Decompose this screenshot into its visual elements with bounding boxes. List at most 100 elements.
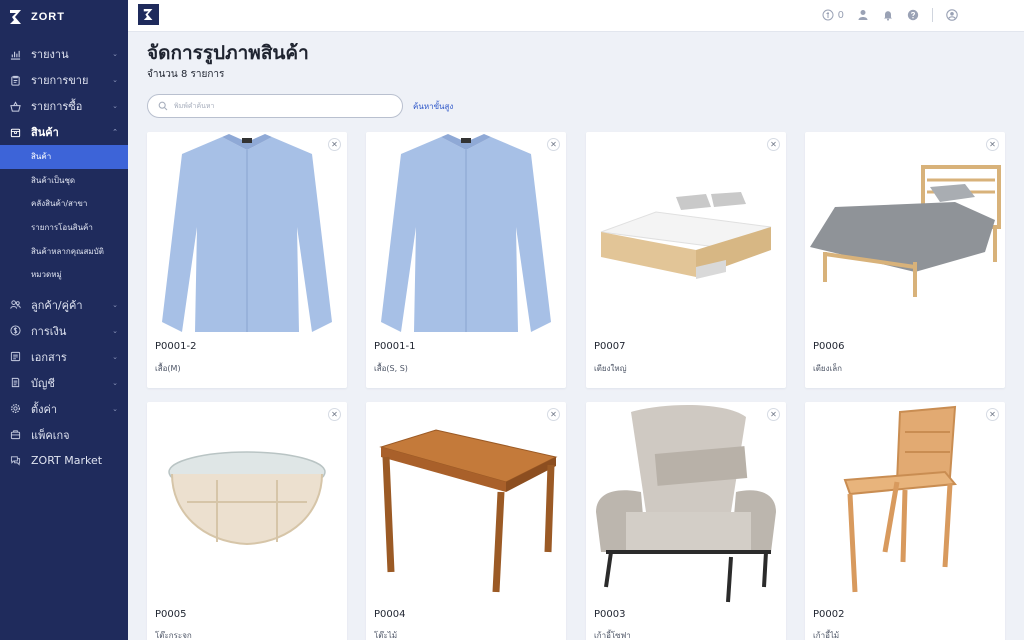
chevron-down-icon: ⌄: [112, 352, 118, 361]
coin-button[interactable]: 0: [822, 9, 844, 21]
product-image: [805, 402, 1005, 607]
sidebar-subitem-transfers[interactable]: รายการโอนสินค้า: [0, 216, 128, 240]
product-image: [366, 132, 566, 337]
product-name: เสื้อ(S, S): [374, 364, 408, 373]
glass-table-image: [168, 451, 326, 546]
shirt-image: [381, 134, 551, 332]
advanced-search-link[interactable]: ค้นหาขั้นสูง: [413, 100, 453, 113]
sidebar-item-sales[interactable]: รายการขาย ⌄: [0, 67, 128, 93]
sidebar-item-label: การเงิน: [31, 324, 67, 338]
dollar-icon: [10, 325, 21, 336]
sidebar-item-accounting[interactable]: บัญชี ⌄: [0, 370, 128, 396]
sidebar-item-label: ลูกค้า/คู่ค้า: [31, 298, 83, 312]
remove-image-button[interactable]: ✕: [986, 138, 999, 151]
gear-icon: [10, 403, 21, 414]
account-button[interactable]: [946, 9, 958, 21]
notification-count: 0: [837, 9, 844, 21]
topbar: 0: [128, 0, 1024, 32]
product-card[interactable]: ✕ P0007 เตียงใหญ่: [586, 132, 786, 388]
help-button[interactable]: [907, 9, 919, 21]
chat-icon: [10, 455, 21, 466]
remove-image-button[interactable]: ✕: [767, 138, 780, 151]
sidebar-item-reports[interactable]: รายงาน ⌄: [0, 41, 128, 67]
remove-image-button[interactable]: ✕: [986, 408, 999, 421]
chevron-down-icon: ⌄: [112, 50, 118, 58]
product-card[interactable]: ✕ P0003 เก้าอี้โซฟา: [586, 402, 786, 640]
sidebar-item-products[interactable]: สินค้า ⌃: [0, 119, 128, 145]
home-logo[interactable]: [138, 4, 159, 25]
sidebar-subitem-bundles[interactable]: สินค้าเป็นชุด: [0, 169, 128, 193]
remove-image-button[interactable]: ✕: [328, 408, 341, 421]
remove-image-button[interactable]: ✕: [547, 138, 560, 151]
bell-icon: [884, 11, 892, 21]
product-code: P0007: [594, 341, 626, 352]
sidebar-item-label: บัญชี: [31, 376, 55, 390]
bell-button[interactable]: [882, 9, 894, 21]
sidebar-item-contacts[interactable]: ลูกค้า/คู่ค้า ⌄: [0, 292, 128, 318]
brand[interactable]: ZORT: [0, 0, 128, 34]
sidebar-subitem-products[interactable]: สินค้า: [0, 145, 128, 169]
remove-image-button[interactable]: ✕: [547, 408, 560, 421]
chevron-down-icon: ⌄: [112, 378, 118, 387]
sidebar-subitem-variants[interactable]: สินค้าหลากคุณสมบัติ: [0, 239, 128, 263]
product-card[interactable]: ✕ P0002 เก้าอี้ไม้: [805, 402, 1005, 640]
product-image: [147, 402, 347, 607]
product-image: [586, 402, 786, 607]
remove-image-button[interactable]: ✕: [767, 408, 780, 421]
zort-logo-icon: [10, 10, 21, 24]
sidebar-item-settings[interactable]: ตั้งค่า ⌄: [0, 396, 128, 422]
sidebar-item-zort-market[interactable]: ZORT Market: [0, 448, 128, 474]
sidebar-item-label: ตั้งค่า: [31, 402, 58, 416]
sidebar-subitem-categories[interactable]: หมวดหมู่: [0, 263, 128, 287]
product-code: P0004: [374, 609, 406, 620]
product-code: P0001-2: [155, 341, 197, 352]
basket-icon: [10, 100, 21, 112]
account-icon: [946, 9, 958, 21]
topbar-actions: 0: [822, 8, 958, 22]
product-name: เตียงเล็ก: [813, 364, 843, 373]
sidebar-item-label: เอกสาร: [31, 350, 67, 364]
product-name: โต๊ะไม้: [374, 631, 398, 640]
chevron-down-icon: ⌄: [112, 76, 118, 84]
brand-name: ZORT: [31, 11, 65, 23]
search-box[interactable]: [147, 94, 403, 118]
people-icon: [10, 299, 21, 310]
sidebar-item-documents[interactable]: เอกสาร ⌄: [0, 344, 128, 370]
chevron-down-icon: ⌄: [112, 300, 118, 309]
sidebar-item-package[interactable]: แพ็คเกจ: [0, 422, 128, 448]
user-icon: [858, 10, 868, 20]
document-icon: [10, 351, 21, 362]
product-code: P0003: [594, 609, 626, 620]
product-name: เก้าอี้โซฟา: [594, 631, 631, 640]
remove-image-button[interactable]: ✕: [328, 138, 341, 151]
shirt-image: [162, 134, 332, 332]
product-card[interactable]: ✕ P0001-2 เสื้อ(M): [147, 132, 347, 388]
product-image: [805, 132, 1005, 337]
product-card[interactable]: ✕ P0004 โต๊ะไม้: [366, 402, 566, 640]
package-icon: [10, 429, 21, 440]
product-name: เสื้อ(M): [155, 364, 181, 373]
ledger-icon: [10, 377, 21, 388]
box-icon: [10, 127, 21, 138]
search-input[interactable]: [174, 102, 394, 110]
product-name: โต๊ะกระจก: [155, 631, 192, 640]
sidebar-item-label: รายการซื้อ: [31, 100, 83, 113]
bed-large-image: [600, 192, 772, 279]
sidebar-nav: รายงาน ⌄ รายการขาย ⌄ รายการซื้อ ⌄ สินค้า…: [0, 41, 128, 474]
product-code: P0006: [813, 341, 845, 352]
sidebar-item-finance[interactable]: การเงิน ⌄: [0, 318, 128, 344]
product-card[interactable]: ✕ P0005 โต๊ะกระจก: [147, 402, 347, 640]
product-card[interactable]: ✕ P0001-1 เสื้อ(S, S): [366, 132, 566, 388]
help-icon: [907, 9, 919, 21]
product-image: [366, 402, 566, 607]
product-code: P0002: [813, 609, 845, 620]
user-button[interactable]: [857, 9, 869, 21]
search-icon: [158, 101, 168, 111]
product-card[interactable]: ✕ P0006 เตียงเล็ก: [805, 132, 1005, 388]
sidebar-item-purchases[interactable]: รายการซื้อ ⌄: [0, 93, 128, 119]
sidebar-subitem-warehouses[interactable]: คลังสินค้า/สาขา: [0, 192, 128, 216]
product-code: P0005: [155, 609, 187, 620]
product-code: P0001-1: [374, 341, 416, 352]
product-image: [586, 132, 786, 337]
wood-table-image: [379, 429, 558, 593]
